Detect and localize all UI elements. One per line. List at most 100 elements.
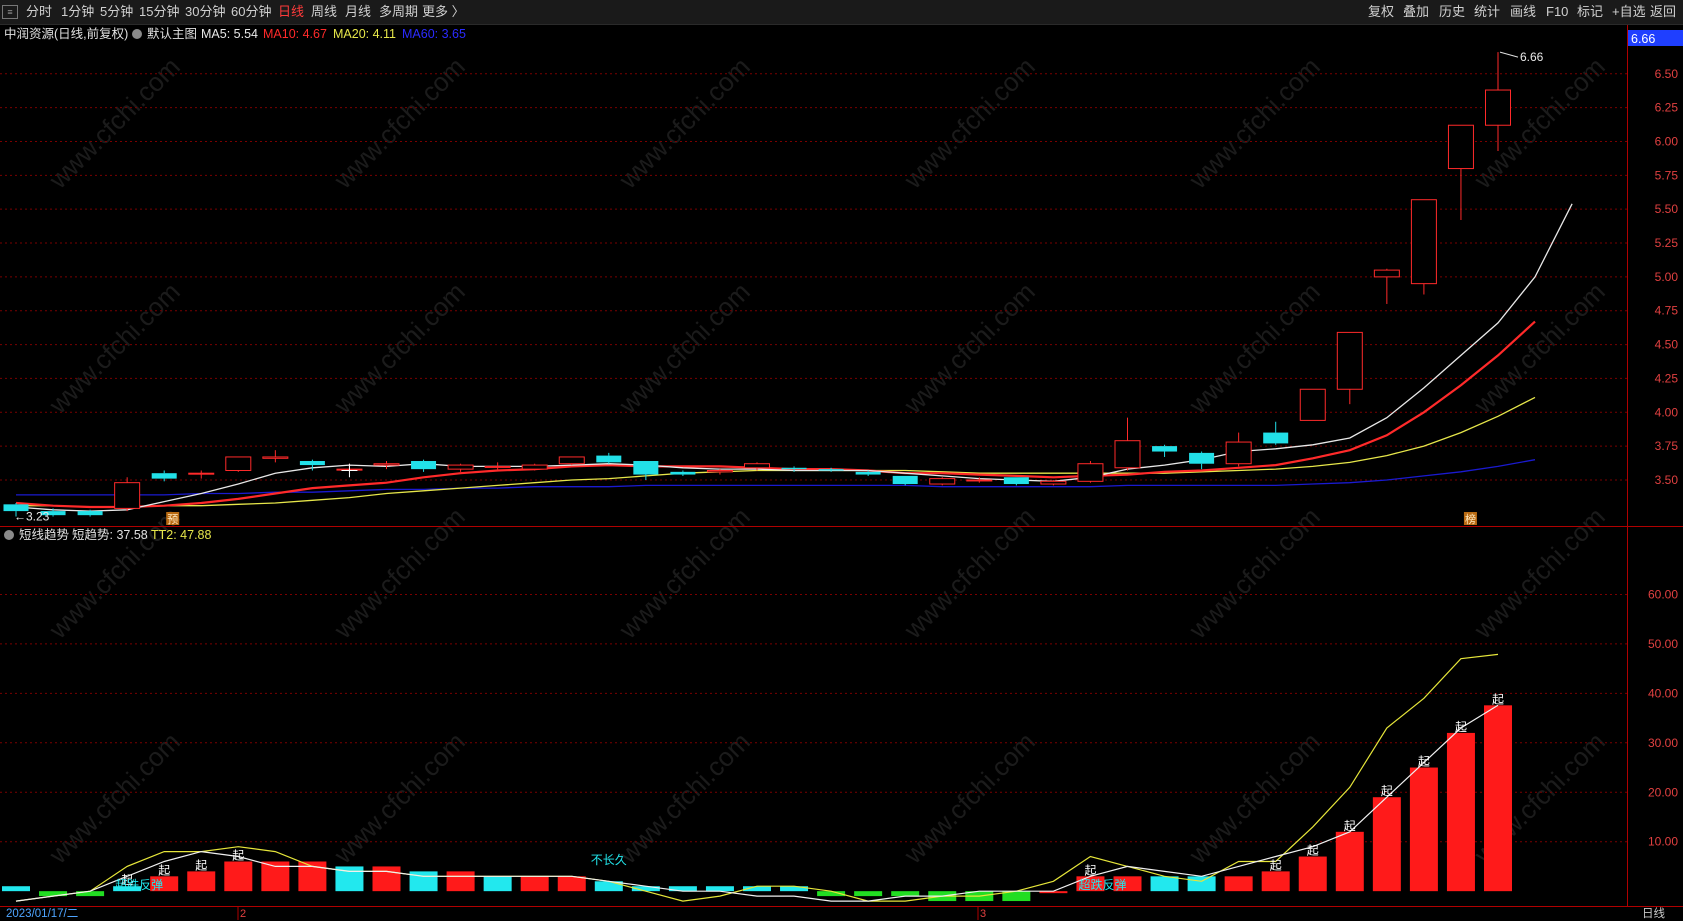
candle-body: [1373, 269, 1400, 278]
qi-marker: 起: [1418, 755, 1430, 769]
qi-marker: 起: [1307, 844, 1319, 858]
indicator-bar: [2, 886, 30, 892]
price-tick-label: 4.25: [1655, 371, 1679, 385]
indicator-bar: [557, 876, 586, 892]
candle-body: [1040, 480, 1067, 485]
candle-body: [447, 464, 474, 470]
watermark-text: www.cfchi.com: [42, 51, 185, 194]
watermark-text: www.cfchi.com: [42, 276, 185, 419]
qi-marker: 起: [232, 848, 244, 862]
indicator-bar: [1372, 797, 1401, 892]
watermark-text: www.cfchi.com: [327, 276, 470, 419]
qi-marker: 起: [1492, 692, 1504, 706]
watermark-text: www.cfchi.com: [1467, 276, 1610, 419]
watermark-text: www.cfchi.com: [612, 276, 755, 419]
indicator-name[interactable]: 短线趋势: [19, 526, 69, 544]
indicator-bar: [409, 871, 438, 892]
watermark-text: www.cfchi.com: [612, 501, 755, 644]
indicator-bar: [520, 876, 549, 892]
candle-body: [1263, 432, 1289, 444]
candle-body: [1336, 331, 1363, 390]
yu-marker-label: 预: [167, 513, 178, 526]
indicator-bar: [224, 861, 253, 892]
candle-body: [225, 456, 252, 471]
watermark-text: www.cfchi.com: [327, 51, 470, 194]
candle-body: [744, 463, 770, 469]
watermark-text: www.cfchi.com: [327, 501, 470, 644]
indicator-bar: [1261, 871, 1290, 892]
indicator-bar: [483, 876, 512, 892]
candle-body: [558, 456, 585, 465]
not-lasting-label: 不长久: [591, 853, 627, 867]
candle-body: [1077, 463, 1104, 482]
candle-body: [966, 479, 993, 482]
indicator-bar: [705, 886, 734, 892]
indicator-bar: [1335, 831, 1364, 892]
indicator-tick-label: 20.00: [1648, 785, 1678, 799]
indicator-selector[interactable]: [4, 526, 14, 544]
candle-body: [484, 465, 511, 468]
candle-body: [1225, 441, 1252, 465]
qi-marker: 起: [1381, 784, 1393, 798]
candle-body: [929, 478, 956, 485]
price-tick-label: 3.50: [1655, 473, 1679, 487]
qi-marker: 起: [1344, 819, 1356, 833]
indicator-tick-label: 60.00: [1648, 587, 1678, 601]
indicator-bar: [1409, 767, 1438, 892]
date-readout: 2023/01/17/二: [6, 908, 79, 920]
indicator-value: 短趋势: 37.58: [72, 528, 148, 542]
bang-marker-label: 榜: [1465, 512, 1476, 526]
indicator-bar: [854, 891, 883, 897]
time-axis: 2023/01/17/二 日线: [0, 906, 1683, 921]
price-tick-label: 6.50: [1655, 67, 1679, 81]
indicator-bar: [1224, 876, 1253, 892]
pane-divider[interactable]: [0, 526, 1683, 527]
candle-body: [855, 471, 881, 475]
watermark-text: www.cfchi.com: [897, 501, 1040, 644]
candle-body: [892, 475, 918, 485]
candle-body: [262, 456, 289, 459]
price-tick-label: 5.75: [1655, 168, 1679, 182]
indicator-bar: [187, 871, 216, 892]
indicator-bar: [1484, 705, 1512, 892]
high-price-label: 6.66: [1520, 50, 1544, 64]
watermark-text: www.cfchi.com: [42, 501, 185, 644]
rebound-label: 超跌反弹: [1078, 877, 1126, 892]
candle-body: [1485, 89, 1511, 126]
candle-body: [1299, 388, 1326, 421]
price-tick-label: 4.00: [1655, 405, 1679, 419]
price-tick-label: 6.25: [1655, 101, 1679, 115]
watermark-text: www.cfchi.com: [612, 726, 755, 869]
candle-body: [781, 467, 807, 470]
price-tick-label: 3.75: [1655, 439, 1679, 453]
watermark-text: www.cfchi.com: [1467, 501, 1610, 644]
rebound-label: 超跌反弹: [115, 877, 163, 892]
candle-body: [373, 463, 400, 466]
price-tick-label: 5.25: [1655, 236, 1679, 250]
candle-body: [633, 461, 659, 475]
main-price-chart[interactable]: www.cfchi.com www.cfchi.com www.cfchi.com w…: [0, 0, 1683, 920]
watermark-text: www.cfchi.com: [1182, 51, 1325, 194]
price-tick-label: 6.00: [1655, 134, 1679, 148]
axis-divider: [1627, 25, 1628, 906]
watermark-text: www.cfchi.com: [327, 726, 470, 869]
watermark-text: www.cfchi.com: [42, 726, 185, 869]
candle-body: [1114, 440, 1141, 469]
candle-body: [411, 461, 437, 470]
high-label-pointer: [1499, 51, 1519, 58]
price-tick-label: 5.00: [1655, 270, 1679, 284]
tt2-value: TT2: 47.88: [151, 528, 212, 542]
qi-marker: 起: [158, 863, 170, 877]
candle-body: [1189, 452, 1215, 464]
dropdown-dot-icon: [4, 530, 14, 540]
price-tick-label: 4.50: [1655, 338, 1679, 352]
indicator-tick-label: 30.00: [1648, 736, 1678, 750]
indicator-tick-label: 50.00: [1648, 637, 1678, 651]
qi-marker: 起: [1270, 858, 1282, 872]
candle-body: [188, 472, 215, 475]
price-tick-label: 5.50: [1655, 202, 1679, 216]
watermark-text: www.cfchi.com: [897, 276, 1040, 419]
watermark-text: www.cfchi.com: [897, 51, 1040, 194]
stock-chart-window: ≡ 分时 1分钟 5分钟 15分钟 30分钟 60分钟 日线 周线 月线 多周期…: [0, 0, 1683, 920]
candle-body: [596, 455, 622, 463]
